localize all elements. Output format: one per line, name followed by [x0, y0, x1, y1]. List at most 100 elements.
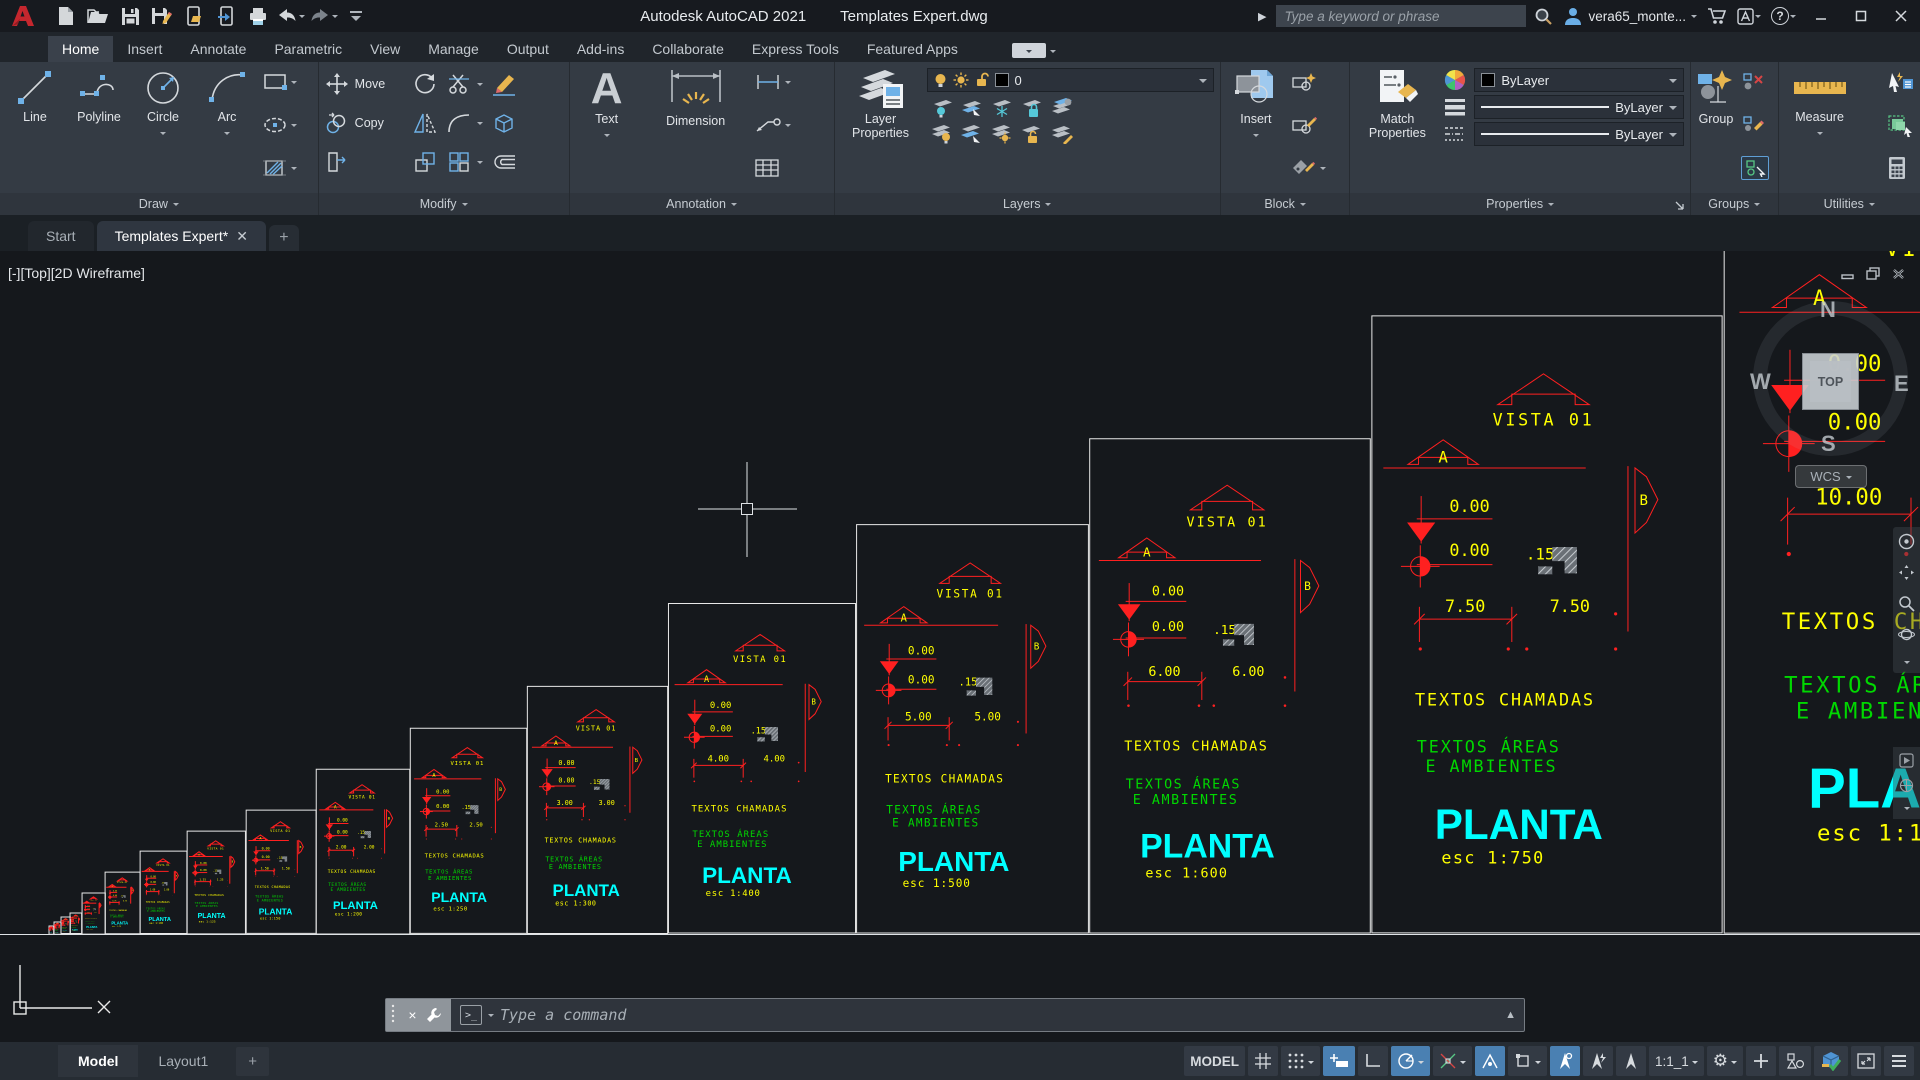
ribbon-tab-output[interactable]: Output — [493, 36, 563, 62]
graphics-performance-button[interactable] — [1814, 1046, 1848, 1076]
ribbon-collapse-options-icon[interactable] — [1050, 50, 1056, 56]
plan-sheet-1-500[interactable]: VISTA 01 A 0.00 0.00 .15 5.00 5.00 B TEX… — [856, 524, 1089, 934]
workspace-options-icon[interactable] — [1731, 1061, 1737, 1067]
navwheel-icon[interactable] — [1898, 533, 1915, 550]
trim-tool[interactable] — [447, 73, 491, 95]
layer-match-tool[interactable] — [1049, 98, 1075, 118]
ribbon-tab-view[interactable]: View — [356, 36, 414, 62]
measure-tool[interactable]: Measure — [1785, 66, 1855, 138]
properties-launcher-icon[interactable] — [1675, 201, 1685, 211]
ribbon-tab-collaborate[interactable]: Collaborate — [638, 36, 738, 62]
workspace-switching-button[interactable]: ⚙ — [1707, 1046, 1743, 1076]
arc-tool[interactable]: Arc — [198, 66, 256, 138]
command-input[interactable] — [500, 1006, 1491, 1024]
array-tool[interactable] — [447, 150, 491, 174]
table-tool[interactable] — [754, 156, 791, 180]
text-flyout-icon[interactable] — [604, 134, 610, 140]
signin-user-menu[interactable]: vera65_monte... — [1563, 6, 1697, 26]
mirror-tool[interactable] — [413, 112, 447, 134]
navigation-bar-extra[interactable] — [1893, 747, 1920, 819]
autodesk-account-menu[interactable] — [1737, 8, 1761, 25]
plan-sheet-1-25[interactable]: VISTA 01 A 0.00 0.00 .15 0.25 0.25 B TEX… — [70, 913, 82, 934]
copy-tool[interactable]: Copy — [325, 111, 413, 135]
plan-sheet-1-300[interactable]: VISTA 01 A 0.00 0.00 .15 3.00 3.00 B TEX… — [527, 686, 668, 934]
clean-screen-button[interactable] — [1851, 1046, 1881, 1076]
viewcube-east[interactable]: E — [1894, 371, 1909, 397]
viewport-minimize-icon[interactable] — [1840, 267, 1856, 280]
circle-flyout-icon[interactable] — [160, 132, 166, 138]
file-tab-active-document[interactable]: Templates Expert* ✕ — [97, 221, 266, 251]
annotation-monitor-button[interactable] — [1746, 1046, 1776, 1076]
new-layout-button[interactable]: + — [236, 1047, 269, 1076]
layout1-tab[interactable]: Layout1 — [138, 1045, 228, 1077]
viewcube-west[interactable]: W — [1750, 369, 1771, 395]
undo-button[interactable] — [276, 7, 305, 25]
save-button[interactable] — [116, 3, 144, 29]
ortho-toggle[interactable] — [1358, 1046, 1388, 1076]
select-all-tool[interactable] — [1886, 113, 1914, 137]
drawing-canvas[interactable]: [-][Top][2D Wireframe] VISTA 01 A 0.00 0… — [0, 251, 1920, 1042]
layer-properties-button[interactable]: Layer Properties — [841, 66, 921, 141]
layers-panel-label[interactable]: Layers — [835, 193, 1220, 215]
open-file-button[interactable] — [84, 3, 112, 29]
isolate-objects-button[interactable] — [1779, 1046, 1811, 1076]
move-tool[interactable]: Move — [325, 72, 413, 96]
viewcube[interactable]: N W E S TOP WCS — [1748, 291, 1918, 501]
open-from-mobile-button[interactable] — [180, 3, 208, 29]
draw-panel-label[interactable]: Draw — [0, 193, 318, 215]
zoom-icon[interactable] — [1898, 595, 1915, 612]
layer-select-combo[interactable]: 0 — [927, 68, 1214, 92]
snap-mode-toggle[interactable] — [1281, 1046, 1320, 1076]
navbar2-more-icon[interactable] — [1904, 807, 1910, 813]
maximize-window-button[interactable] — [1846, 3, 1876, 29]
show-motion-icon[interactable] — [1899, 753, 1914, 768]
ribbon-tab-insert[interactable]: Insert — [113, 36, 176, 62]
layer-lock-tool[interactable] — [1020, 98, 1044, 118]
search-expand-icon[interactable]: ▶ — [1258, 10, 1266, 23]
osnap-tracking-options-icon[interactable] — [1460, 1061, 1466, 1067]
fillet-tool[interactable] — [447, 112, 491, 134]
plan-sheet-1-75[interactable]: VISTA 01 A 0.00 0.00 .15 0.75 0.75 B TEX… — [105, 872, 140, 934]
snap-options-icon[interactable] — [1308, 1061, 1314, 1067]
plan-sheet-1-400[interactable]: VISTA 01 A 0.00 0.00 .15 4.00 4.00 B TEX… — [668, 603, 856, 934]
ribbon-tab-home[interactable]: Home — [48, 36, 113, 62]
layer-make-current-tool[interactable] — [960, 98, 984, 118]
command-prompt-icon[interactable]: >_ — [460, 1005, 482, 1025]
viewcube-north[interactable]: N — [1820, 297, 1836, 323]
quick-calculator-tool[interactable] — [1886, 156, 1914, 180]
leader-tool[interactable] — [754, 113, 791, 137]
edit-attributes-tool[interactable] — [1291, 156, 1326, 180]
color-wheel-icon[interactable] — [1444, 69, 1466, 91]
polar-options-icon[interactable] — [1418, 1061, 1424, 1067]
keyword-search-input[interactable] — [1276, 5, 1526, 27]
linear-dimension-tool[interactable] — [754, 70, 791, 94]
ribbon-tab-parametric[interactable]: Parametric — [260, 36, 356, 62]
object-snap-tracking-toggle[interactable] — [1433, 1046, 1472, 1076]
plan-sheet-1-600[interactable]: VISTA 01 A 0.00 0.00 .15 6.00 6.00 B TEX… — [1089, 438, 1371, 934]
plan-sheet-1-125[interactable]: VISTA 01 A 0.00 0.00 .15 1.25 1.25 B TEX… — [187, 831, 246, 934]
osnap-2d-options-icon[interactable] — [1535, 1061, 1541, 1067]
save-as-button[interactable] — [148, 3, 176, 29]
create-block-tool[interactable] — [1291, 70, 1326, 94]
ribbon-collapse-button[interactable] — [1012, 43, 1046, 58]
linetype-icon[interactable] — [1444, 125, 1466, 143]
osnap-2d-toggle[interactable] — [1508, 1046, 1547, 1076]
scale-value-button[interactable]: 1:1_1 — [1649, 1046, 1704, 1076]
match-properties-tool[interactable]: Match Properties — [1356, 66, 1438, 141]
circle-tool[interactable]: Circle — [134, 66, 192, 138]
hatch-tool[interactable] — [262, 156, 297, 180]
stretch-tool[interactable] — [325, 150, 413, 174]
group-tool[interactable]: Group — [1694, 66, 1738, 127]
erase-tool[interactable] — [491, 72, 525, 96]
layer-previous-tool[interactable] — [959, 124, 985, 144]
block-panel-label[interactable]: Block — [1221, 193, 1349, 215]
viewport-controls-label[interactable]: [-][Top][2D Wireframe] — [8, 265, 145, 281]
qat-customize-button[interactable] — [342, 3, 370, 29]
plan-sheet-1-250[interactable]: VISTA 01 A 0.00 0.00 .15 2.50 2.50 B TEX… — [410, 728, 527, 934]
plan-sheet-1-100[interactable]: VISTA 01 A 0.00 0.00 .15 1.00 1.00 B TEX… — [140, 851, 187, 934]
navbar-more-icon[interactable] — [1904, 661, 1910, 667]
new-file-button[interactable] — [52, 3, 80, 29]
scale-tool[interactable] — [413, 150, 447, 174]
annotation-autoscale-toggle[interactable] — [1583, 1046, 1613, 1076]
layer-merge-tool[interactable] — [1049, 124, 1075, 144]
